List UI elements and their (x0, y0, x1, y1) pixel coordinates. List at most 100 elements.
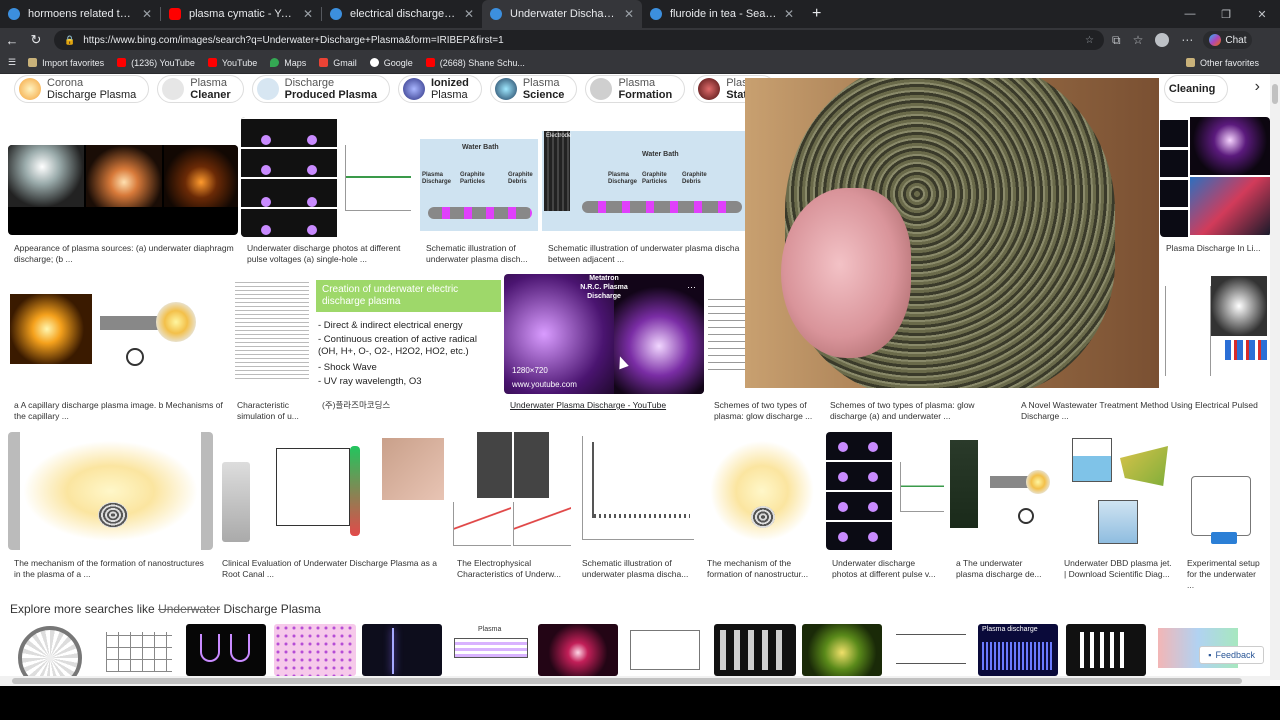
explore-thumb[interactable] (10, 624, 94, 676)
water-bath-label: Water Bath (642, 151, 679, 158)
result-card[interactable]: Schematic illustration of underwater pla… (576, 432, 698, 580)
explore-thumb[interactable] (1066, 624, 1146, 676)
result-image[interactable] (1160, 117, 1270, 237)
result-card[interactable]: Electrode Water Bath Plasma Discharge Gr… (542, 117, 745, 267)
result-card[interactable]: Underwater discharge photos at different… (241, 117, 416, 267)
result-card[interactable]: Metatron N.R.C. Plasma Discharge 1280×72… (504, 274, 704, 424)
image-panel (382, 438, 444, 500)
image-panel (100, 316, 160, 330)
result-card[interactable]: Experimental setup for the underwater ..… (1181, 432, 1269, 590)
image-panel (8, 432, 213, 550)
result-caption[interactable]: The Electrophysical Characteristics of U… (457, 558, 569, 580)
result-image[interactable] (950, 432, 1055, 550)
image-panel (594, 514, 690, 518)
image-panel (156, 302, 196, 342)
result-card[interactable]: The mechanism of the formation of nanost… (8, 432, 213, 580)
scrollbar-thumb[interactable] (1272, 84, 1278, 104)
result-image[interactable] (451, 432, 573, 550)
result-card[interactable]: a A capillary discharge plasma image. b … (8, 276, 228, 424)
result-caption[interactable]: Underwater DBD plasma jet. | Download Sc… (1064, 558, 1174, 580)
result-image[interactable] (826, 432, 947, 550)
result-caption[interactable]: a The underwater plasma discharge de... (956, 558, 1051, 580)
result-caption[interactable]: The mechanism of the formation of nanost… (707, 558, 819, 580)
image-panel (1098, 500, 1138, 544)
video-resolution: 1280×720 (512, 366, 548, 375)
explore-suffix: Discharge Plasma (223, 602, 321, 616)
explore-thumb[interactable] (274, 624, 356, 676)
explore-thumb[interactable] (802, 624, 882, 676)
vertical-scrollbar[interactable] (1270, 74, 1280, 680)
result-card[interactable]: a The underwater plasma discharge de... (950, 432, 1055, 580)
result-image[interactable] (701, 432, 823, 550)
image-panel (751, 506, 775, 528)
result-card[interactable]: The mechanism of the formation of nanost… (701, 432, 823, 580)
explore-thumb[interactable] (624, 624, 708, 676)
thumb-label: Plasma discharge (982, 626, 1038, 633)
result-image[interactable] (8, 276, 228, 392)
result-image[interactable]: Electrode Water Bath Plasma Discharge Gr… (542, 117, 745, 237)
result-image[interactable] (231, 276, 313, 392)
result-card[interactable]: Appearance of plasma sources: (a) underw… (8, 117, 238, 267)
scrollbar-thumb[interactable] (12, 678, 1242, 684)
result-caption[interactable]: Schemes of two types of plasma: glow dis… (830, 400, 1008, 422)
result-card[interactable]: Underwater DBD plasma jet. | Download Sc… (1058, 432, 1178, 580)
result-image[interactable] (8, 145, 238, 235)
browser-window: hormoens related to pair bonding ✕ plasm… (0, 0, 1280, 686)
result-caption[interactable]: Characteristic simulation of u... (237, 400, 309, 422)
result-caption[interactable]: a A capillary discharge plasma image. b … (14, 400, 224, 422)
result-card[interactable]: Creation of underwater electric discharg… (316, 276, 501, 424)
result-image[interactable]: Creation of underwater electric discharg… (316, 276, 501, 392)
result-image[interactable] (576, 432, 698, 550)
explore-thumb[interactable] (362, 624, 442, 676)
explore-thumb[interactable]: Plasma (450, 624, 532, 676)
slide-bullet: - UV ray wavelength, O3 (318, 376, 422, 387)
feedback-button[interactable]: ▪ Feedback (1199, 646, 1264, 664)
result-image[interactable] (1181, 432, 1269, 550)
result-image[interactable]: Water Bath Plasma Discharge Graphite Par… (420, 117, 538, 237)
explore-thumb[interactable] (890, 624, 972, 676)
result-caption[interactable]: Underwater discharge photos at different… (247, 243, 412, 265)
image-panel (274, 624, 356, 676)
explore-thumb[interactable] (538, 624, 618, 676)
image-panel (826, 432, 892, 550)
explore-thumb[interactable] (714, 624, 796, 676)
result-card[interactable]: Characteristic simulation of u... (231, 276, 313, 424)
explore-thumb[interactable]: Plasma discharge (978, 624, 1058, 676)
result-caption[interactable]: Plasma Discharge In Li... (1166, 243, 1266, 254)
explore-thumb[interactable] (98, 624, 182, 676)
result-caption[interactable]: Schematic illustration of underwater pla… (426, 243, 534, 265)
result-caption[interactable]: Schemes of two types of plasma: glow dis… (714, 400, 814, 422)
horizontal-scrollbar[interactable] (0, 676, 1270, 686)
result-caption[interactable]: Appearance of plasma sources: (a) underw… (14, 243, 234, 265)
image-panel (1018, 508, 1034, 524)
result-caption[interactable]: Experimental setup for the underwater ..… (1187, 558, 1265, 591)
result-image[interactable] (8, 432, 213, 550)
result-caption[interactable]: Underwater discharge photos at different… (832, 558, 943, 580)
result-image[interactable]: Metatron N.R.C. Plasma Discharge 1280×72… (504, 274, 704, 394)
result-card[interactable]: Underwater discharge photos at different… (826, 432, 947, 580)
explore-more-strip: Plasma Plasma discharge (0, 624, 1270, 680)
plasma-discharge-label: Plasma Discharge (608, 172, 638, 185)
explore-thumb[interactable] (186, 624, 266, 676)
result-caption[interactable]: A Novel Wastewater Treatment Method Usin… (1021, 400, 1266, 422)
result-caption[interactable]: The mechanism of the formation of nanost… (14, 558, 209, 580)
result-card[interactable]: Water Bath Plasma Discharge Graphite Par… (420, 117, 538, 267)
image-panel (126, 348, 144, 366)
graphite-particles-label: Graphite Particles (642, 172, 668, 185)
result-image[interactable] (241, 117, 416, 237)
image-panel (8, 145, 84, 207)
video-menu-icon[interactable]: ⋯ (687, 282, 696, 293)
image-panel (513, 502, 571, 546)
result-caption[interactable]: Clinical Evaluation of Underwater Discha… (222, 558, 444, 580)
result-image[interactable] (1058, 432, 1178, 550)
result-caption[interactable]: Schematic illustration of underwater pla… (582, 558, 694, 580)
chat-bubble-icon: ▪ (1208, 650, 1212, 660)
image-panel (222, 462, 250, 542)
result-caption[interactable]: Schematic illustration of underwater pla… (548, 243, 741, 265)
result-caption[interactable]: Underwater Plasma Discharge - YouTube (510, 400, 700, 411)
result-card[interactable]: Plasma Discharge In Li... (1160, 117, 1270, 267)
result-caption[interactable]: (주)플라즈마코딩스 (322, 400, 497, 411)
result-card[interactable]: The Electrophysical Characteristics of U… (451, 432, 573, 580)
result-card[interactable]: Clinical Evaluation of Underwater Discha… (216, 432, 448, 580)
result-image[interactable] (216, 432, 448, 550)
